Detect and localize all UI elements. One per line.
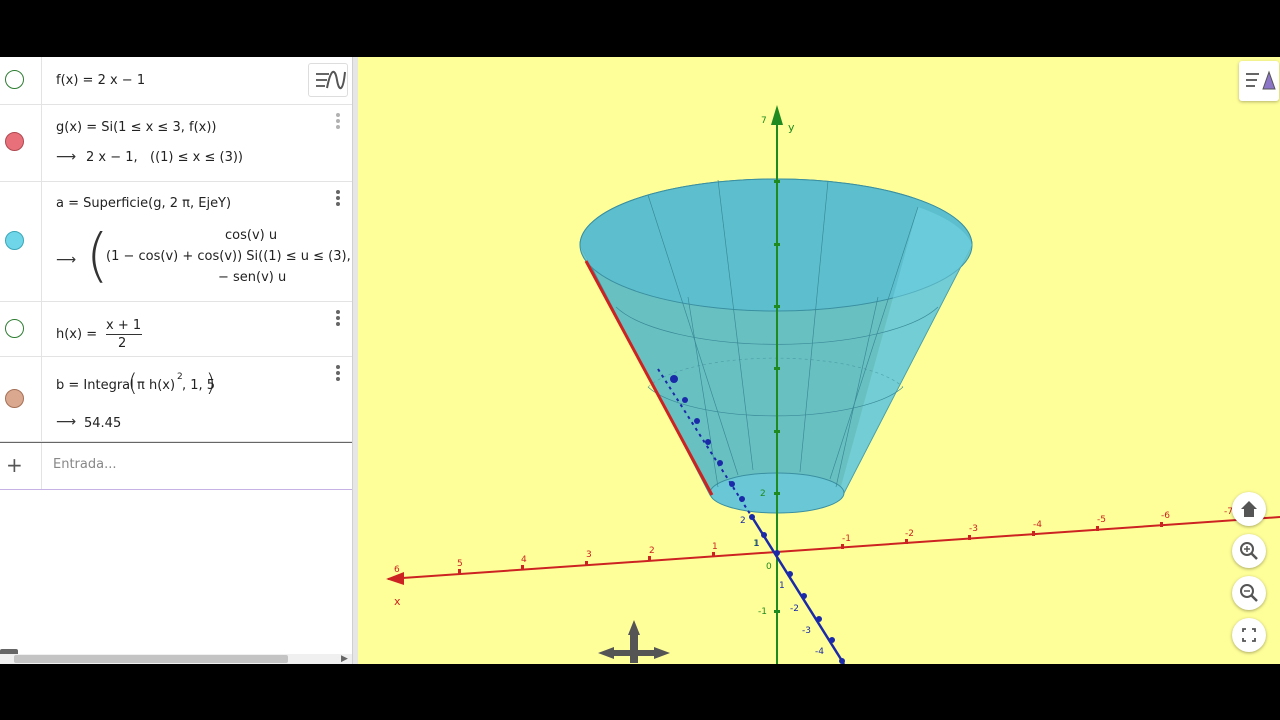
zoom-in-button[interactable] — [1232, 534, 1266, 568]
svg-text:-1: -1 — [842, 534, 851, 544]
algebra-stylebar-button[interactable] — [308, 63, 348, 97]
x-axis-label: x — [394, 595, 401, 608]
svg-text:-5: -5 — [1097, 515, 1106, 525]
z-axis-ticks: 2 1 1 -2 -3 -4 — [740, 516, 824, 657]
algebra-row-b[interactable]: b = Integral ( π h(x) 2 , 1, 5 ) ⟶ 54.45 — [0, 357, 352, 442]
definition-a[interactable]: a = Superficie(g, 2 π, EjeY) — [56, 196, 231, 211]
algebra-row-h[interactable]: h(x) = x + 1 2 — [0, 302, 352, 357]
scroll-right-arrow[interactable]: ▶ — [341, 654, 348, 664]
svg-text:1: 1 — [779, 581, 785, 591]
visibility-toggle-f[interactable] — [5, 70, 24, 89]
output-g-expr: 2 x − 1, — [86, 150, 138, 165]
output-a-line3: − sen(v) u — [218, 270, 287, 285]
fullscreen-button[interactable] — [1232, 618, 1266, 652]
paren-right: ) — [206, 369, 216, 397]
definition-b-integrand: π h(x) — [137, 378, 176, 393]
fraction-numerator: x + 1 — [106, 318, 143, 335]
row-menu-icon[interactable] — [333, 365, 343, 383]
definition-g[interactable]: g(x) = Si(1 ≤ x ≤ 3, f(x)) — [56, 120, 216, 135]
algebra-menu-icon — [316, 70, 346, 90]
algebra-view: f(x) = 2 x − 1 g(x) = Si(1 ≤ x ≤ 3, f(x)… — [0, 57, 352, 664]
row-menu-icon[interactable] — [333, 113, 343, 131]
zoom-out-button[interactable] — [1232, 576, 1266, 610]
fraction-denominator: 2 — [118, 336, 127, 351]
svg-text:-4: -4 — [1033, 520, 1042, 530]
svg-text:-2: -2 — [905, 529, 914, 539]
svg-text:7: 7 — [761, 116, 767, 126]
row-menu-icon[interactable] — [333, 190, 343, 208]
svg-text:2: 2 — [740, 516, 746, 526]
add-icon[interactable]: + — [6, 453, 23, 477]
svg-text:2: 2 — [649, 546, 655, 556]
output-arrow: ⟶ — [56, 252, 77, 268]
visibility-toggle-h[interactable] — [5, 319, 24, 338]
paren-left: ( — [128, 369, 138, 397]
svg-text:-3: -3 — [802, 626, 811, 636]
output-g-cond: ((1) ≤ x ≤ (3)) — [150, 150, 243, 165]
fullscreen-icon — [1242, 628, 1256, 642]
definition-f[interactable]: f(x) = 2 x − 1 — [56, 73, 145, 88]
y-axis-label: y — [788, 121, 795, 134]
svg-text:2: 2 — [760, 489, 766, 499]
svg-text:6: 6 — [394, 565, 400, 575]
graphics-stylebar-button[interactable] — [1239, 61, 1279, 101]
svg-text:3: 3 — [586, 550, 592, 560]
svg-text:-3: -3 — [969, 524, 978, 534]
top-black-bar — [0, 0, 1280, 57]
input-bar[interactable]: + Entrada... — [0, 442, 352, 490]
svg-text:0: 0 — [766, 562, 772, 572]
output-a-line1: cos(v) u — [225, 228, 278, 243]
input-placeholder[interactable]: Entrada... — [53, 457, 116, 472]
output-arrow: ⟶ — [56, 149, 77, 165]
scrollbar-thumb[interactable] — [14, 655, 288, 663]
svg-text:5: 5 — [457, 559, 463, 569]
definition-h-lhs[interactable]: h(x) = — [56, 327, 97, 342]
home-icon — [1241, 501, 1257, 517]
svg-text:-4: -4 — [815, 647, 824, 657]
svg-text:1: 1 — [754, 539, 760, 549]
algebra-row-a[interactable]: a = Superficie(g, 2 π, EjeY) ⟶ ( cos(v) … — [0, 182, 352, 302]
move-view-icon[interactable] — [598, 620, 670, 663]
home-button[interactable] — [1232, 492, 1266, 526]
y-axis-arrow — [771, 105, 783, 125]
definition-b[interactable]: b = Integral — [56, 378, 134, 393]
visibility-toggle-g[interactable] — [5, 132, 24, 151]
zoom-in-icon — [1240, 542, 1258, 560]
svg-text:4: 4 — [521, 555, 527, 565]
algebra-row-g[interactable]: g(x) = Si(1 ≤ x ≤ 3, f(x)) ⟶ 2 x − 1, ((… — [0, 105, 352, 182]
svg-text:1: 1 — [712, 542, 718, 552]
scene-3d: 6 5 4 3 2 1 -1 -2 -3 -4 -5 -6 -7 x 7 2 1… — [386, 105, 1280, 664]
algebra-row-f[interactable]: f(x) = 2 x − 1 — [0, 57, 352, 105]
bottom-black-bar — [0, 664, 1280, 720]
svg-text:-2: -2 — [790, 604, 799, 614]
visibility-toggle-a[interactable] — [5, 231, 24, 250]
zoom-out-icon — [1240, 584, 1258, 602]
visibility-toggle-b[interactable] — [5, 389, 24, 408]
graphics-3d-view[interactable]: 6 5 4 3 2 1 -1 -2 -3 -4 -5 -6 -7 x 7 2 1… — [358, 57, 1280, 664]
x-axis-ticks: 6 5 4 3 2 1 -1 -2 -3 -4 -5 -6 -7 — [394, 507, 1233, 575]
row-menu-icon[interactable] — [333, 310, 343, 328]
output-a-line2: (1 − cos(v) + cos(v)) Si((1) ≤ u ≤ (3), … — [106, 249, 352, 264]
svg-text:-1: -1 — [758, 607, 767, 617]
output-b-value: 54.45 — [84, 416, 122, 431]
horizontal-scrollbar[interactable]: ▶ — [0, 654, 352, 664]
view-3d-menu-icon — [1246, 70, 1276, 90]
output-arrow: ⟶ — [56, 414, 77, 430]
svg-text:-6: -6 — [1161, 511, 1170, 521]
